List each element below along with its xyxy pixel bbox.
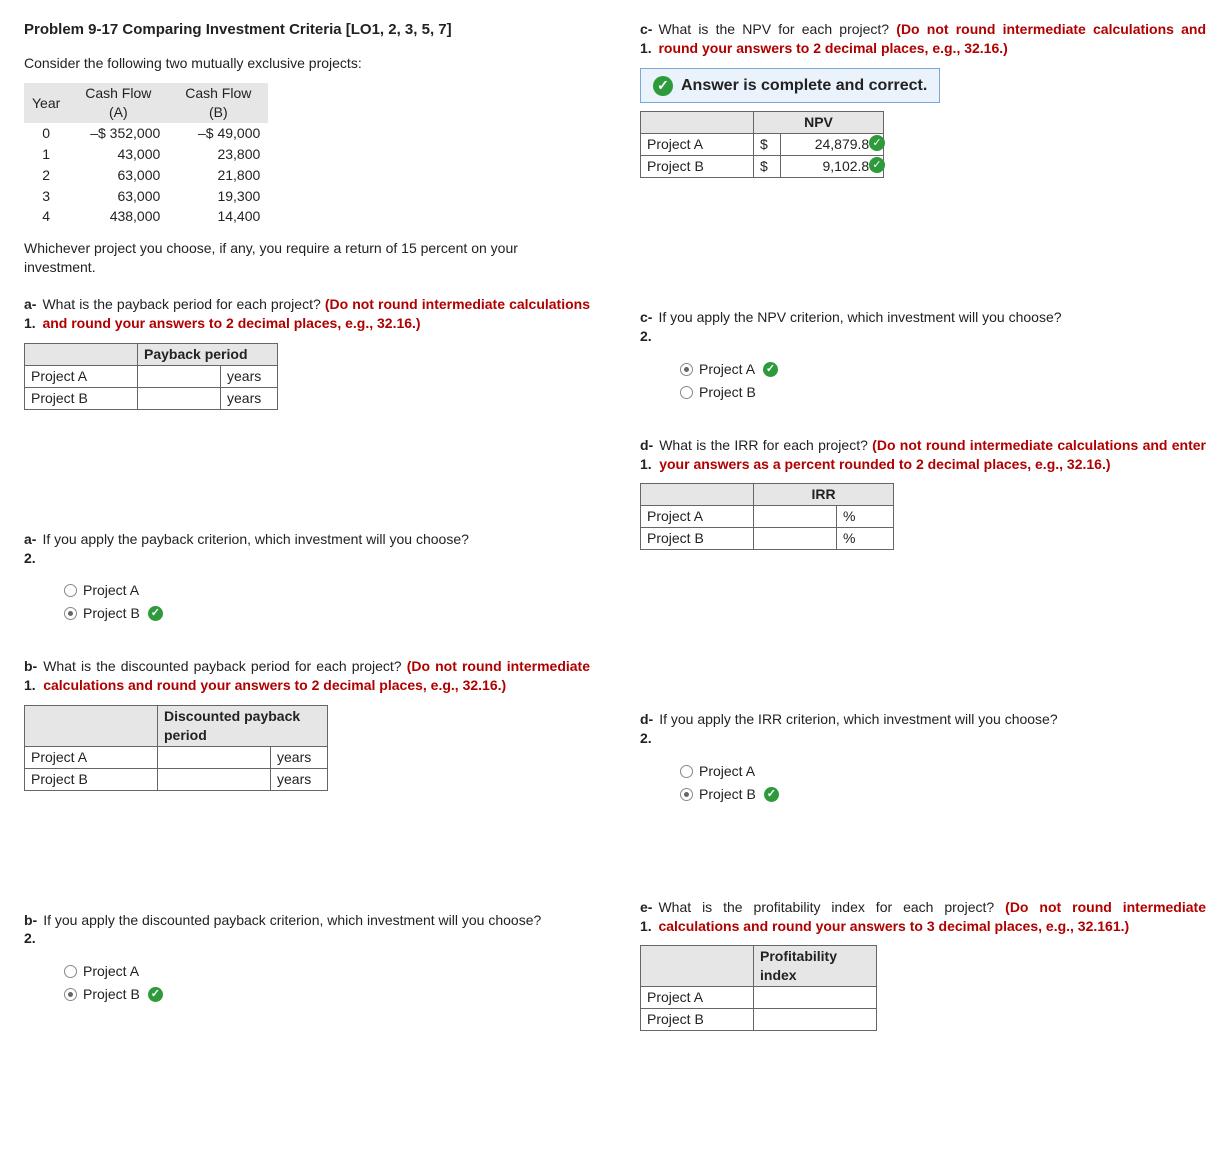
radio-icon [64, 965, 77, 978]
payback-table: Payback period Project Ayears Project By… [24, 343, 278, 410]
table-row: 143,00023,800 [24, 144, 268, 165]
pi-b-input[interactable] [754, 1009, 877, 1031]
question-d2: d-2. If you apply the IRR criterion, whi… [640, 710, 1206, 748]
left-column: Problem 9-17 Comparing Investment Criter… [24, 20, 590, 1061]
npv-a-value: 24,879.80 [781, 134, 884, 156]
npv-table: NPV Project A $ 24,879.80 Project B $ 9,… [640, 111, 884, 178]
radio-icon [680, 363, 693, 376]
radio-icon [680, 765, 693, 778]
option-c2-project-b[interactable]: Project B [680, 383, 1206, 402]
option-b2-project-a[interactable]: Project A [64, 962, 590, 981]
table-row: 4438,00014,400 [24, 206, 268, 227]
question-d1: d-1. What is the IRR for each project? (… [640, 436, 1206, 474]
pi-a-input[interactable] [754, 987, 877, 1009]
option-a2-project-a[interactable]: Project A [64, 581, 590, 600]
question-b1: b-1. What is the discounted payback peri… [24, 657, 590, 695]
check-icon [764, 787, 779, 802]
radio-icon [64, 607, 77, 620]
col-cf-b: Cash Flow (B) [168, 83, 268, 123]
disc-payback-a-input[interactable] [158, 746, 271, 768]
question-c2: c-2. If you apply the NPV criterion, whi… [640, 308, 1206, 346]
discounted-payback-table: Discounted payback period Project Ayears… [24, 705, 328, 791]
radio-icon [64, 988, 77, 1001]
irr-b-input[interactable] [754, 528, 837, 550]
table-row: 263,00021,800 [24, 165, 268, 186]
answer-correct-banner: Answer is complete and correct. [640, 68, 940, 104]
problem-title: Problem 9-17 Comparing Investment Criter… [24, 20, 590, 40]
profitability-index-table: Profitability index Project A Project B [640, 945, 877, 1031]
right-column: c-1. What is the NPV for each project? (… [640, 20, 1206, 1061]
check-icon [148, 606, 163, 621]
radio-icon [680, 386, 693, 399]
question-a1: a-1. What is the payback period for each… [24, 295, 590, 333]
check-icon [869, 135, 885, 151]
option-a2-project-b[interactable]: Project B [64, 604, 590, 623]
option-d2-project-b[interactable]: Project B [680, 785, 1206, 804]
cash-flow-table: Year Cash Flow (A) Cash Flow (B) 0–$ 352… [24, 83, 268, 227]
check-icon [653, 76, 673, 96]
payback-a-input[interactable] [138, 365, 221, 387]
npv-b-value: 9,102.89 [781, 156, 884, 178]
irr-a-input[interactable] [754, 506, 837, 528]
check-icon [869, 157, 885, 173]
requirement-text: Whichever project you choose, if any, yo… [24, 239, 590, 277]
question-c1: c-1. What is the NPV for each project? (… [640, 20, 1206, 58]
col-year: Year [24, 83, 68, 123]
disc-payback-b-input[interactable] [158, 768, 271, 790]
intro-text: Consider the following two mutually excl… [24, 54, 590, 73]
table-row: 0–$ 352,000–$ 49,000 [24, 123, 268, 144]
question-e1: e-1. What is the profitability index for… [640, 898, 1206, 936]
irr-table: IRR Project A% Project B% [640, 483, 894, 550]
table-row: 363,00019,300 [24, 186, 268, 207]
radio-icon [680, 788, 693, 801]
option-d2-project-a[interactable]: Project A [680, 762, 1206, 781]
question-b2: b-2. If you apply the discounted payback… [24, 911, 590, 949]
option-b2-project-b[interactable]: Project B [64, 985, 590, 1004]
question-a2: a-2. If you apply the payback criterion,… [24, 530, 590, 568]
option-c2-project-a[interactable]: Project A [680, 360, 1206, 379]
radio-icon [64, 584, 77, 597]
check-icon [763, 362, 778, 377]
check-icon [148, 987, 163, 1002]
col-cf-a: Cash Flow (A) [68, 83, 168, 123]
payback-b-input[interactable] [138, 387, 221, 409]
